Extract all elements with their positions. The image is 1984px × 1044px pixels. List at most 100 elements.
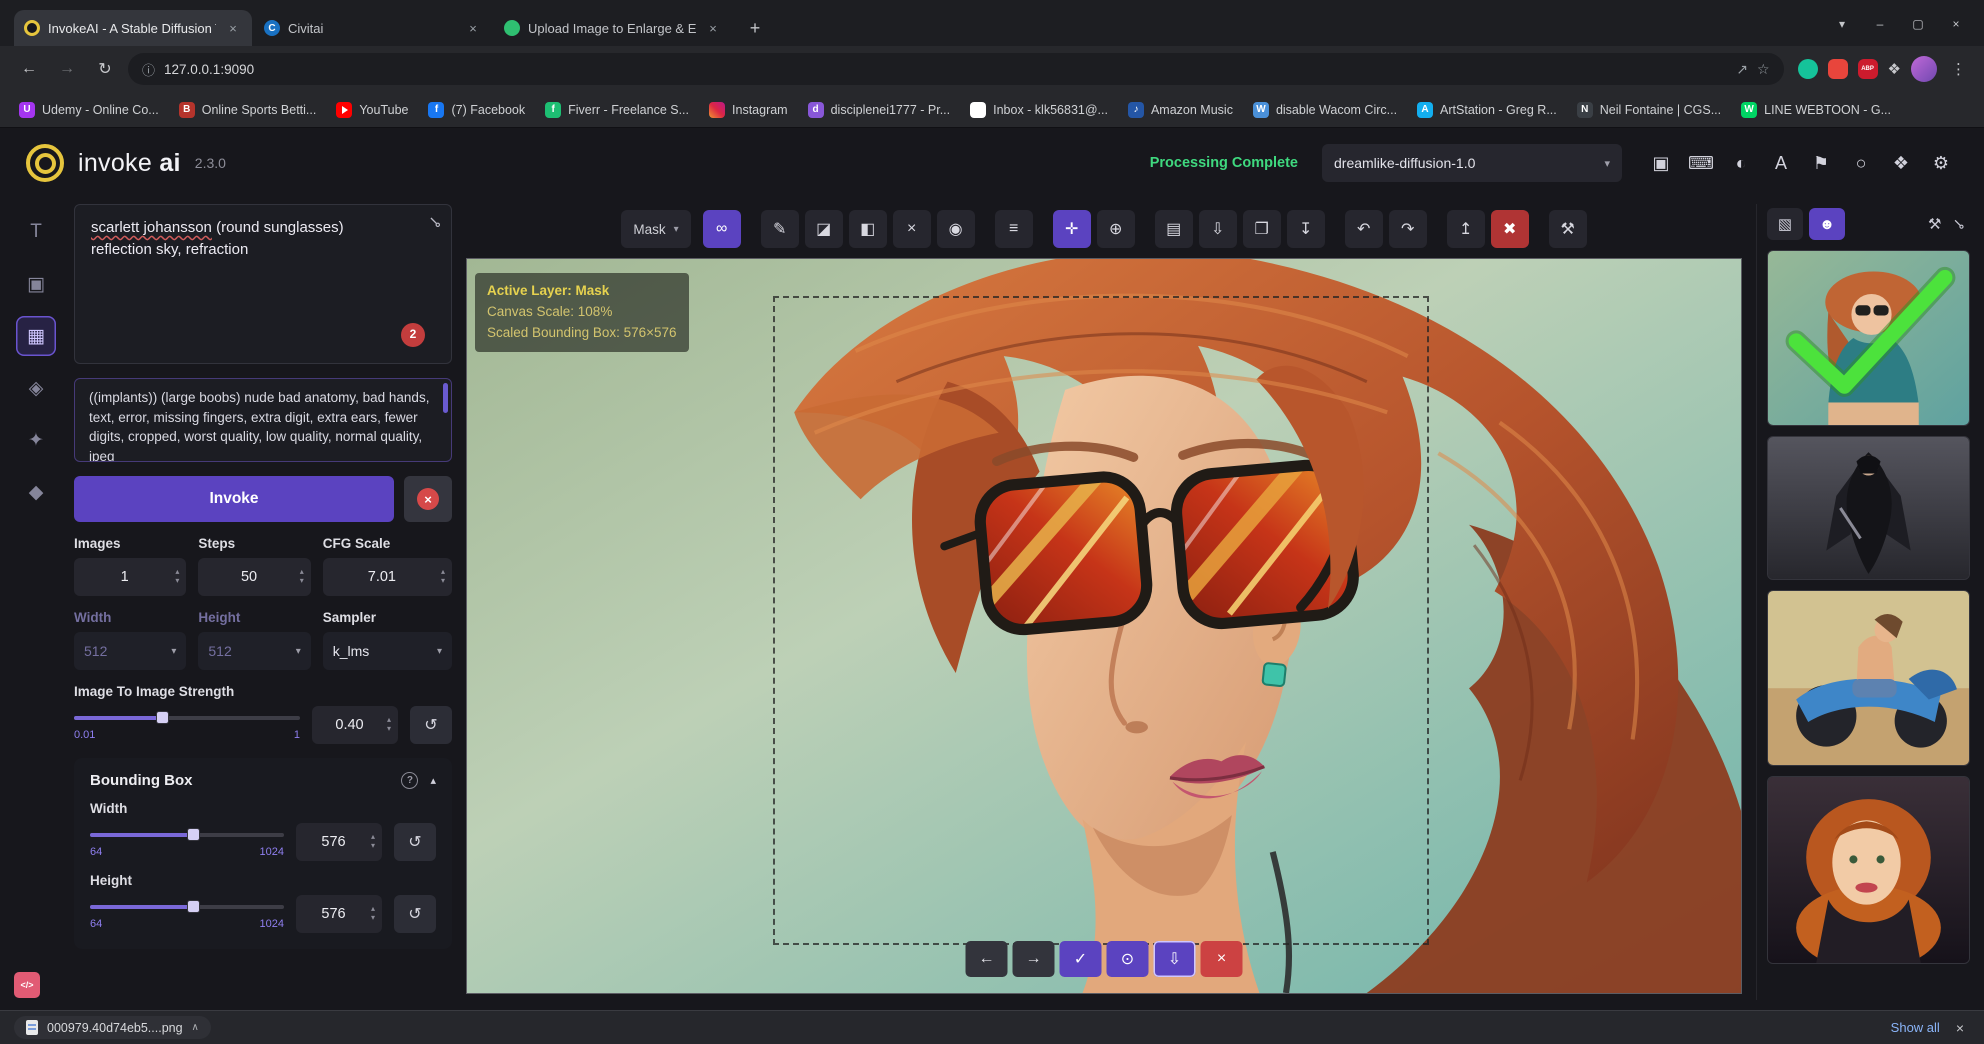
close-download-bar-icon[interactable]: × <box>1950 1020 1970 1036</box>
minimize-button[interactable]: – <box>1862 10 1898 38</box>
profile-avatar[interactable] <box>1911 56 1937 82</box>
gallery-thumbnail-2[interactable] <box>1767 436 1970 580</box>
bookmark-youtube[interactable]: YouTube <box>327 98 417 122</box>
color-picker-button[interactable]: ◉ <box>937 210 975 248</box>
slider-thumb[interactable] <box>156 711 169 724</box>
back-button[interactable]: ← <box>14 54 44 84</box>
bookmark-disciple[interactable]: ddisciplenei1777 - Pr... <box>799 98 960 122</box>
undo-button[interactable]: ↶ <box>1345 210 1383 248</box>
settings-gear-button[interactable]: ⚙ <box>1924 146 1958 180</box>
bookmark-webtoon[interactable]: WLINE WEBTOON - G... <box>1732 98 1900 122</box>
url-input[interactable]: ⓘ 127.0.0.1:9090 ↗ ☆ <box>128 53 1784 85</box>
bookmark-neil-fontaine[interactable]: NNeil Fontaine | CGS... <box>1568 98 1730 122</box>
next-image-button[interactable]: → <box>1013 941 1055 977</box>
enable-mask-button[interactable]: ∞ <box>703 210 741 248</box>
stepper[interactable]: ▴▾ <box>300 568 304 586</box>
prompt-input[interactable]: scarlett johansson (round sunglasses) re… <box>74 204 452 364</box>
stepper[interactable]: ▴▾ <box>175 568 179 586</box>
reset-view-button[interactable]: ⊕ <box>1097 210 1135 248</box>
tab-nodes[interactable]: ◈ <box>16 368 56 408</box>
extension-icon-red[interactable] <box>1828 59 1848 79</box>
slider-thumb[interactable] <box>187 900 200 913</box>
tab-unified-canvas[interactable]: ▦ <box>16 316 56 356</box>
bookmark-fiverr[interactable]: fFiverr - Freelance S... <box>536 98 698 122</box>
eraser-tool-button[interactable]: ◪ <box>805 210 843 248</box>
tab-close-icon[interactable]: × <box>464 19 482 37</box>
copy-to-clipboard-button[interactable]: ❐ <box>1243 210 1281 248</box>
negative-prompt-input[interactable]: ((implants)) (large boobs) nude bad anat… <box>74 378 452 462</box>
language-button[interactable]: A <box>1764 146 1798 180</box>
bbox-height-slider[interactable] <box>90 899 284 915</box>
gallery-user-tab[interactable]: ☻ <box>1809 208 1845 240</box>
tab-search-icon[interactable]: ▾ <box>1824 10 1860 38</box>
scrollbar-thumb[interactable] <box>443 383 448 413</box>
cancel-button[interactable]: × <box>404 476 452 522</box>
bookmark-sports[interactable]: BOnline Sports Betti... <box>170 98 326 122</box>
bbox-width-input[interactable]: 576 ▴▾ <box>296 823 382 861</box>
clear-mask-button[interactable]: × <box>893 210 931 248</box>
bookmark-wacom[interactable]: Wdisable Wacom Circ... <box>1244 98 1406 122</box>
bookmark-udemy[interactable]: UUdemy - Online Co... <box>10 98 168 122</box>
gallery-pin-icon[interactable]: ⊸ <box>1949 213 1971 235</box>
save-to-gallery-button[interactable]: ⇩ <box>1199 210 1237 248</box>
tab-close-icon[interactable]: × <box>704 19 722 37</box>
width-select[interactable]: 512 ▾ <box>74 632 186 670</box>
adblock-extension-icon[interactable]: ABP <box>1858 59 1878 79</box>
hotkeys-button[interactable]: ⌨ <box>1684 146 1718 180</box>
bookmark-inbox[interactable]: MInbox - klk56831@... <box>961 98 1117 122</box>
invoke-button[interactable]: Invoke <box>74 476 394 522</box>
bbox-height-input[interactable]: 576 ▴▾ <box>296 895 382 933</box>
pin-icon[interactable]: ⊸ <box>421 210 447 236</box>
reload-button[interactable]: ↻ <box>90 54 120 84</box>
layer-select[interactable]: Mask ▾ <box>621 210 690 248</box>
bookmark-facebook[interactable]: f(7) Facebook <box>419 98 534 122</box>
i2i-strength-slider[interactable] <box>74 710 300 726</box>
extension-icon-green[interactable] <box>1798 59 1818 79</box>
model-select[interactable]: dreamlike-diffusion-1.0 ▾ <box>1322 144 1622 182</box>
move-tool-button[interactable]: ✛ <box>1053 210 1091 248</box>
bug-report-button[interactable]: ⚑ <box>1804 146 1838 180</box>
fill-tool-button[interactable]: ◧ <box>849 210 887 248</box>
gallery-settings-wrench-icon[interactable]: ⚒ <box>1928 215 1941 233</box>
browser-menu-icon[interactable]: ⋮ <box>1947 60 1970 78</box>
height-select[interactable]: 512 ▾ <box>198 632 310 670</box>
bbox-height-reset-button[interactable]: ↺ <box>394 895 436 933</box>
browser-tab-civitai[interactable]: C Civitai × <box>254 10 492 46</box>
show-hide-eye-button[interactable]: ⊙ <box>1107 941 1149 977</box>
clear-canvas-trash-button[interactable]: ✖ <box>1491 210 1529 248</box>
bookmark-star-icon[interactable]: ☆ <box>1757 61 1770 78</box>
forward-button[interactable]: → <box>52 54 82 84</box>
browser-tab-invokeai[interactable]: InvokeAI - A Stable Diffusion Too... × <box>14 10 252 46</box>
bookmark-amazon-music[interactable]: ♪Amazon Music <box>1119 98 1242 122</box>
images-input[interactable]: 1 ▴▾ <box>74 558 186 596</box>
upload-image-button[interactable]: ↥ <box>1447 210 1485 248</box>
share-icon[interactable]: ↗ <box>1736 61 1748 78</box>
help-icon[interactable]: ? <box>401 772 418 789</box>
collapse-chevron-icon[interactable]: ▴ <box>430 774 436 787</box>
dev-corner-button[interactable]: </> <box>14 972 40 998</box>
bbox-width-reset-button[interactable]: ↺ <box>394 823 436 861</box>
bounding-box-selection[interactable] <box>773 296 1429 946</box>
bookmark-artstation[interactable]: AArtStation - Greg R... <box>1408 98 1566 122</box>
bookmark-instagram[interactable]: Instagram <box>700 98 797 122</box>
i2i-strength-input[interactable]: 0.40 ▴▾ <box>312 706 398 744</box>
show-all-downloads-link[interactable]: Show all <box>1891 1020 1940 1035</box>
i2i-reset-button[interactable]: ↺ <box>410 706 452 744</box>
tab-post-processing[interactable]: ✦ <box>16 420 56 460</box>
stepper[interactable]: ▴▾ <box>387 716 391 734</box>
previous-image-button[interactable]: ← <box>966 941 1008 977</box>
close-window-button[interactable]: × <box>1938 10 1974 38</box>
brush-tool-button[interactable]: ✎ <box>761 210 799 248</box>
discord-button[interactable]: ❖ <box>1884 146 1918 180</box>
gallery-thumbnail-3[interactable] <box>1767 590 1970 766</box>
gallery-images-tab[interactable]: ▧ <box>1767 208 1803 240</box>
slider-thumb[interactable] <box>187 828 200 841</box>
site-info-icon[interactable]: ⓘ <box>142 60 155 79</box>
tab-training[interactable]: ◆ <box>16 472 56 512</box>
canvas-surface[interactable]: Active Layer: Mask Canvas Scale: 108% Sc… <box>466 258 1742 994</box>
gallery-thumbnail-1-selected[interactable] <box>1767 250 1970 426</box>
download-image-button[interactable]: ↧ <box>1287 210 1325 248</box>
download-item[interactable]: 000979.40d74eb5....png ∧ <box>14 1016 211 1039</box>
gallery-thumbnail-4[interactable] <box>1767 776 1970 964</box>
canvas-settings-wrench-button[interactable]: ⚒ <box>1549 210 1587 248</box>
